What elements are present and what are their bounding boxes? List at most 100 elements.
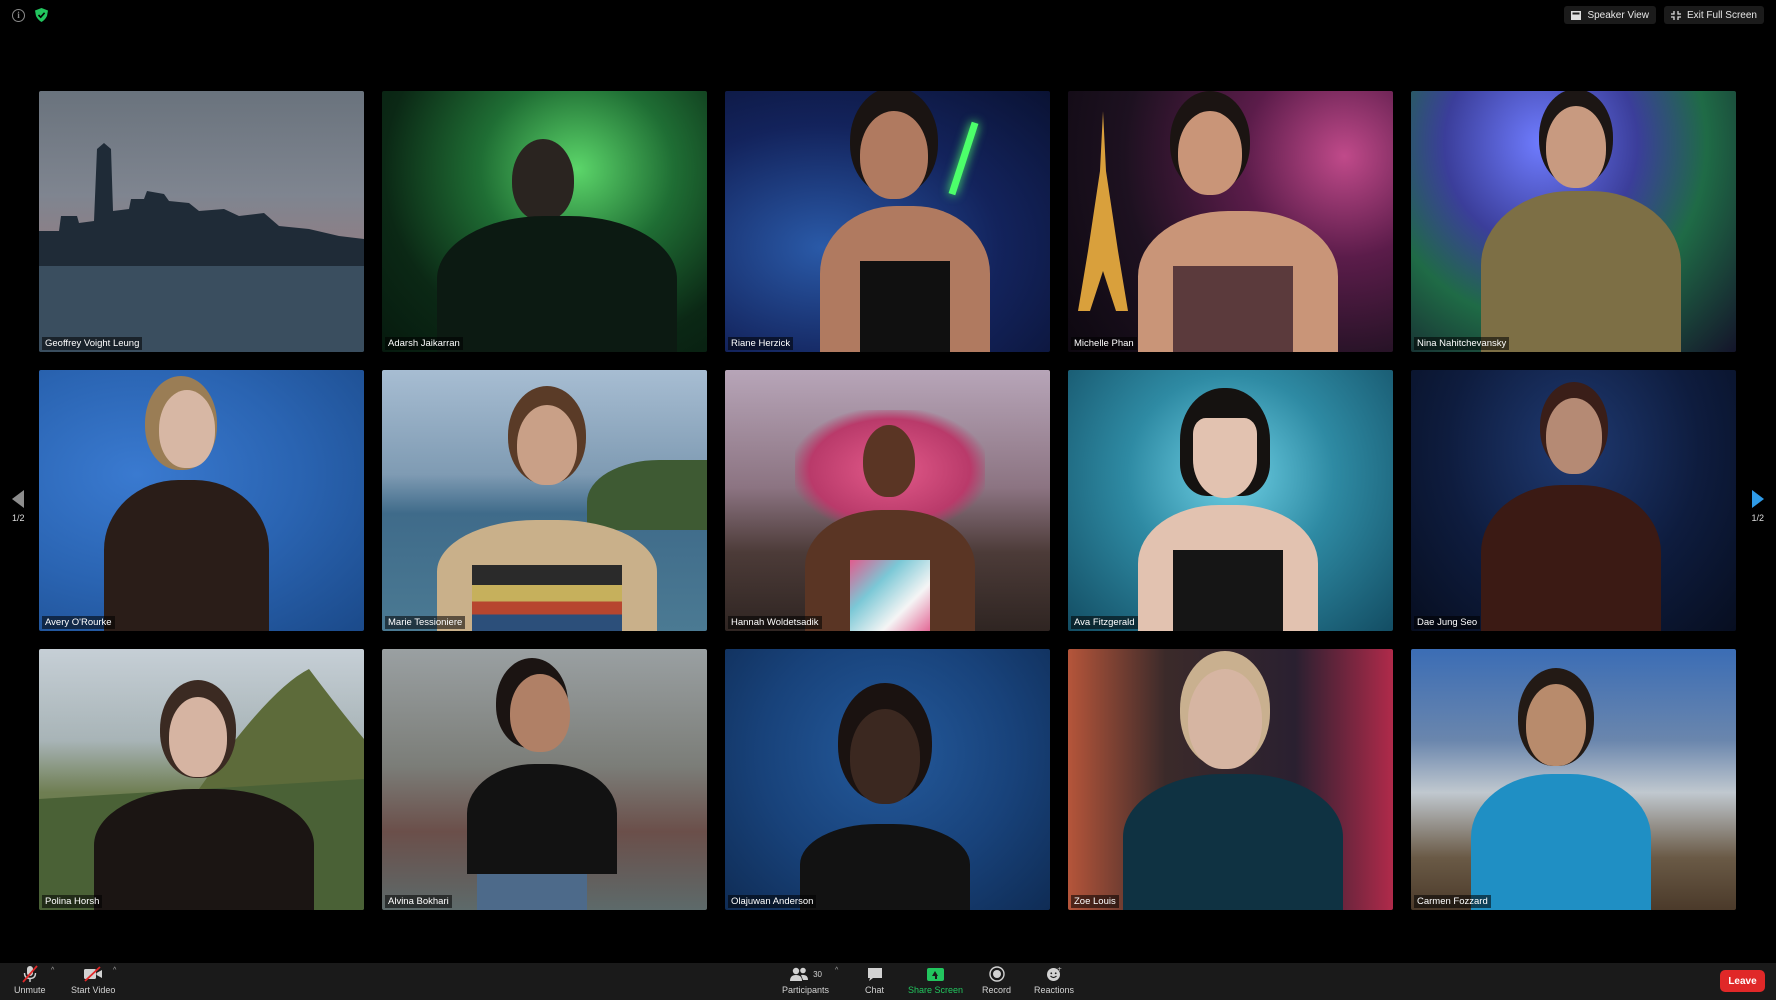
record-icon xyxy=(988,966,1005,982)
video-tile[interactable]: Alvina Bokhari xyxy=(382,649,707,910)
participant-name: Riane Herzick xyxy=(728,337,794,350)
video-tile[interactable]: Dae Jung Seo xyxy=(1411,370,1736,631)
microphone-muted-icon xyxy=(22,965,38,983)
chat-label: Chat xyxy=(865,985,885,995)
participant-avatar xyxy=(517,405,577,485)
top-bar: i Speaker View Exit Full Screen xyxy=(0,0,1776,30)
top-right-controls: Speaker View Exit Full Screen xyxy=(1564,6,1764,24)
share-screen-button[interactable]: Share Screen xyxy=(908,965,963,995)
island-hill xyxy=(587,460,707,530)
chat-bubble-icon xyxy=(867,967,882,981)
participant-name: Nina Nahitchevansky xyxy=(1414,337,1510,350)
participant-name: Ava Fitzgerald xyxy=(1071,616,1138,629)
participant-body xyxy=(467,764,617,874)
participants-icon xyxy=(790,967,809,981)
participant-body xyxy=(1123,774,1343,910)
start-video-button[interactable]: Start Video xyxy=(71,965,115,995)
participant-top xyxy=(1173,550,1283,631)
participant-name: Olajuwan Anderson xyxy=(728,895,817,908)
participant-name: Alvina Bokhari xyxy=(385,895,452,908)
participant-name: Zoe Louis xyxy=(1071,895,1119,908)
participant-name: Geoffrey Voight Leung xyxy=(42,337,143,350)
participant-avatar xyxy=(510,674,570,752)
exit-full-screen-icon xyxy=(1670,10,1681,20)
video-tile[interactable]: Avery O'Rourke xyxy=(39,370,364,631)
participant-avatar xyxy=(850,709,920,804)
participant-name: Marie Tessioniere xyxy=(385,616,466,629)
participant-body xyxy=(800,824,970,910)
participant-avatar xyxy=(169,697,227,777)
next-page-nav[interactable]: 1/2 xyxy=(1751,490,1764,523)
participant-body xyxy=(94,789,314,910)
participant-avatar xyxy=(860,111,928,199)
speaker-view-button[interactable]: Speaker View xyxy=(1564,6,1656,24)
svg-text:+: + xyxy=(1057,966,1062,973)
reactions-button[interactable]: + Reactions xyxy=(1034,965,1074,995)
participant-name: Carmen Fozzard xyxy=(1414,895,1491,908)
share-screen-label: Share Screen xyxy=(908,985,964,995)
speaker-view-label: Speaker View xyxy=(1587,9,1649,21)
chat-button[interactable]: Chat xyxy=(865,965,884,995)
participant-top xyxy=(860,261,950,352)
participant-name: Adarsh Jaikarran xyxy=(385,337,463,350)
video-tile[interactable]: Hannah Woldetsadik xyxy=(725,370,1050,631)
participants-label: Participants xyxy=(782,985,830,995)
reactions-emoji-icon: + xyxy=(1047,966,1062,981)
chevron-left-icon[interactable] xyxy=(12,490,25,508)
participant-body xyxy=(1481,485,1661,631)
record-label: Record xyxy=(982,985,1012,995)
participants-button[interactable]: 30 Participants xyxy=(782,965,829,995)
participant-avatar xyxy=(1546,106,1606,188)
video-tile[interactable]: Olajuwan Anderson xyxy=(725,649,1050,910)
encryption-shield-icon[interactable] xyxy=(35,8,48,22)
participant-body xyxy=(1471,774,1651,910)
video-tile[interactable]: Marie Tessioniere xyxy=(382,370,707,631)
participant-avatar xyxy=(159,390,215,468)
video-tile[interactable]: Zoe Louis xyxy=(1068,649,1393,910)
exit-full-screen-label: Exit Full Screen xyxy=(1686,9,1757,21)
participant-avatar xyxy=(1178,111,1242,195)
chevron-up-icon[interactable]: ^ xyxy=(835,967,838,974)
unmute-label: Unmute xyxy=(14,985,46,995)
participant-name: Avery O'Rourke xyxy=(42,616,115,629)
participant-avatar xyxy=(1526,684,1586,766)
participant-face xyxy=(1193,418,1257,498)
participant-avatar xyxy=(863,425,915,497)
page-indicator-left: 1/2 xyxy=(12,513,25,523)
page-indicator-right: 1/2 xyxy=(1751,513,1764,523)
exit-full-screen-button[interactable]: Exit Full Screen xyxy=(1663,6,1764,24)
previous-page-nav[interactable]: 1/2 xyxy=(12,490,25,523)
participant-jeans xyxy=(477,874,587,910)
gallery-video-grid: Geoffrey Voight Leung Adarsh Jaikarran R… xyxy=(39,91,1738,910)
video-tile[interactable]: Nina Nahitchevansky xyxy=(1411,91,1736,352)
participant-top xyxy=(850,560,930,631)
video-tile[interactable]: Ava Fitzgerald xyxy=(1068,370,1393,631)
participant-avatar xyxy=(1188,669,1262,769)
start-video-label: Start Video xyxy=(71,985,116,995)
video-camera-off-icon xyxy=(84,966,103,982)
reactions-label: Reactions xyxy=(1034,985,1075,995)
video-tile[interactable]: Geoffrey Voight Leung xyxy=(39,91,364,352)
chevron-right-icon[interactable] xyxy=(1751,490,1764,508)
video-tile[interactable]: Carmen Fozzard xyxy=(1411,649,1736,910)
participant-body xyxy=(104,480,269,631)
video-tile[interactable]: Riane Herzick xyxy=(725,91,1050,352)
participant-body xyxy=(437,216,677,352)
video-tile[interactable]: Adarsh Jaikarran xyxy=(382,91,707,352)
meeting-info-icon[interactable]: i xyxy=(12,8,25,22)
participant-avatar xyxy=(512,139,574,221)
video-tile[interactable]: Polina Horsh xyxy=(39,649,364,910)
participant-body xyxy=(1481,191,1681,352)
record-button[interactable]: Record xyxy=(982,965,1011,995)
video-tile[interactable]: Michelle Phan xyxy=(1068,91,1393,352)
leave-meeting-button[interactable]: Leave xyxy=(1720,970,1765,992)
chevron-up-icon[interactable]: ^ xyxy=(51,967,54,974)
top-left-status: i xyxy=(12,8,48,22)
neon-light xyxy=(948,121,979,196)
unmute-button[interactable]: Unmute xyxy=(14,965,46,995)
skyline-scene xyxy=(39,143,364,352)
chevron-up-icon[interactable]: ^ xyxy=(113,967,116,974)
sweater-stripes xyxy=(472,565,622,631)
participant-count: 30 xyxy=(813,969,822,979)
eiffel-tower xyxy=(1078,111,1128,311)
